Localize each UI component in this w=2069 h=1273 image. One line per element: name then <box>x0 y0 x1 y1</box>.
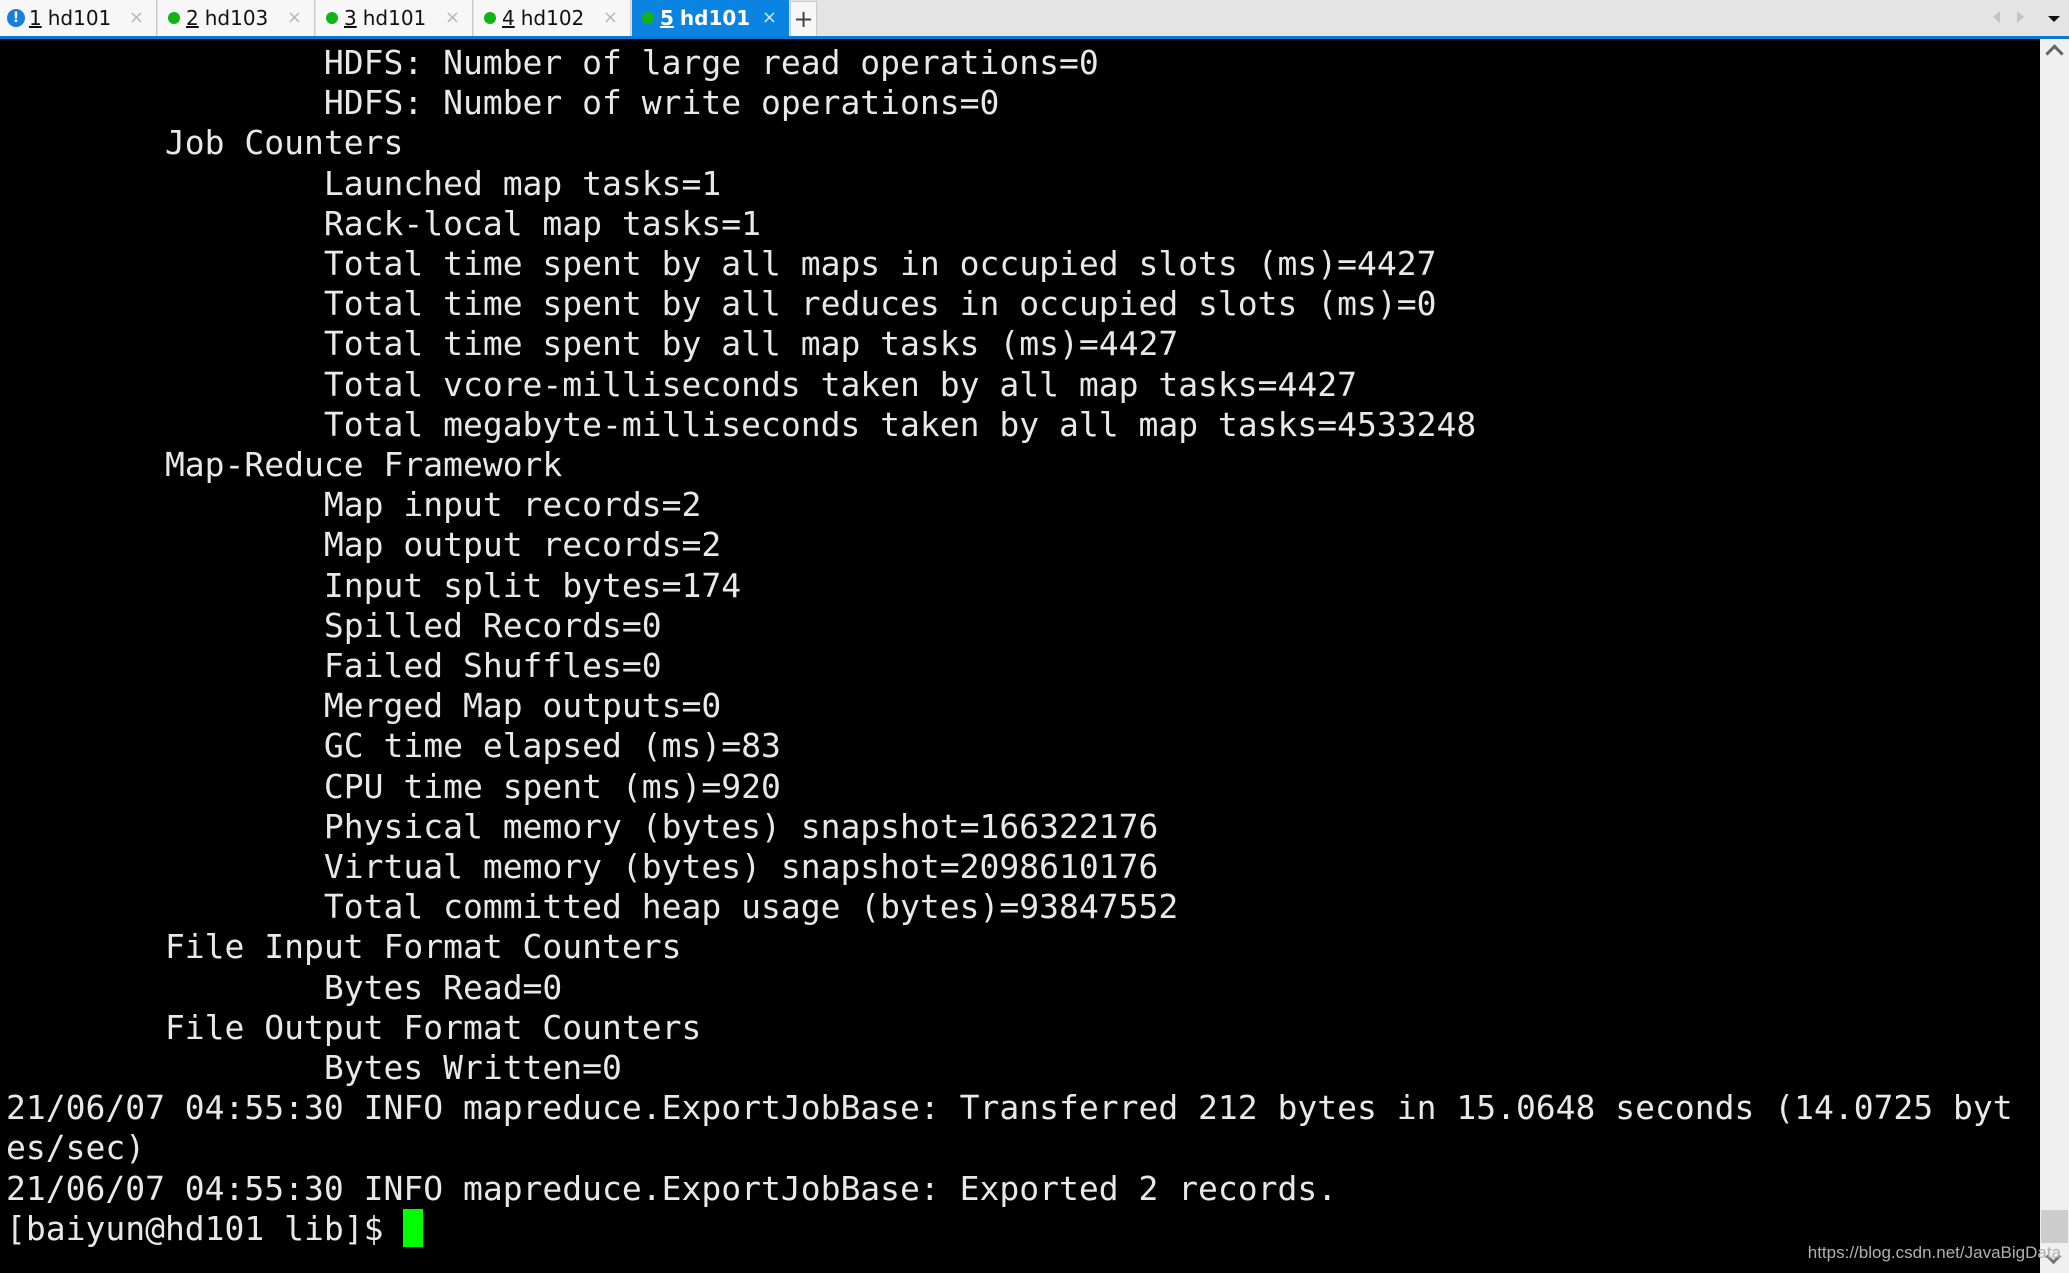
tab-label: hd101 <box>679 6 751 30</box>
tab-number: 5 <box>660 6 674 30</box>
tab-3[interactable]: 3 hd101 × <box>316 0 473 36</box>
terminal-line: Map output records=2 <box>6 525 722 565</box>
tab-bar: ! 1 hd101 × 2 hd103 × 3 hd101 × 4 hd102 … <box>0 0 2069 36</box>
tab-list-dropdown-icon[interactable] <box>2048 16 2060 22</box>
close-icon[interactable]: × <box>287 7 302 28</box>
terminal-output[interactable]: HDFS: Number of large read operations=0 … <box>0 39 2040 1273</box>
terminal-line: Bytes Written=0 <box>6 1048 622 1087</box>
tab-number: 1 <box>29 6 42 30</box>
terminal-line: Failed Shuffles=0 <box>6 646 662 685</box>
terminal-line: Total time spent by all maps in occupied… <box>6 244 1437 283</box>
terminal-cursor <box>403 1209 424 1248</box>
scroll-up-icon[interactable] <box>2045 44 2064 63</box>
tab-4[interactable]: 4 hd102 × <box>474 0 631 36</box>
tab-label: hd101 <box>362 6 427 30</box>
tab-label: hd102 <box>520 6 585 30</box>
tab-1[interactable]: ! 1 hd101 × <box>0 0 157 36</box>
terminal-line: Bytes Read=0 <box>6 967 563 1007</box>
alert-icon: ! <box>7 9 25 27</box>
scroll-tabs-left-icon[interactable] <box>1993 11 2000 23</box>
close-icon[interactable]: × <box>445 7 460 28</box>
terminal-line: es/sec) <box>6 1128 146 1168</box>
tab-5-active[interactable]: 5 hd101 × <box>632 0 789 36</box>
tab-number: 4 <box>502 6 515 30</box>
watermark: https://blog.csdn.net/JavaBigData <box>1807 1243 2061 1262</box>
terminal-line: HDFS: Number of write operations=0 <box>6 83 1000 123</box>
terminal-line: Map-Reduce Framework <box>6 445 563 484</box>
terminal-line: Rack-local map tasks=1 <box>6 203 761 243</box>
terminal-line: Job Counters <box>6 123 424 163</box>
scroll-tabs-right-icon[interactable] <box>2017 11 2024 23</box>
terminal-line: Merged Map outputs=0 <box>6 686 722 726</box>
shell-prompt: [baiyun@hd101 lib]$ <box>6 1208 404 1248</box>
terminal-line: Total megabyte-milliseconds taken by all… <box>6 404 1477 444</box>
terminal-line: HDFS: Number of large read operations=0 <box>6 43 1099 82</box>
terminal-line: File Output Format Counters <box>6 1007 722 1047</box>
connected-status-icon <box>642 12 654 24</box>
terminal-line: Total time spent by all reduces in occup… <box>6 284 1437 324</box>
terminal-line: File Input Format Counters <box>6 927 702 967</box>
vertical-scrollbar[interactable] <box>2040 39 2069 1273</box>
terminal-line: CPU time spent (ms)=920 <box>6 766 781 806</box>
terminal-line: GC time elapsed (ms)=83 <box>6 726 781 766</box>
tab-number: 3 <box>344 6 357 30</box>
shell-prompt-line[interactable]: [baiyun@hd101 lib]$ <box>6 1208 424 1249</box>
terminal-line: 21/06/07 04:55:30 INFO mapreduce.ExportJ… <box>6 1168 1338 1208</box>
close-icon[interactable]: × <box>603 7 618 28</box>
terminal-line: Virtual memory (bytes) snapshot=20986101… <box>6 847 1159 886</box>
terminal-line: Physical memory (bytes) snapshot=1663221… <box>6 806 1159 846</box>
tab-number: 2 <box>186 6 199 30</box>
terminal-line: Launched map tasks=1 <box>6 163 722 203</box>
terminal-line: Map input records=2 <box>6 485 702 525</box>
terminal-line: Total committed heap usage (bytes)=93847… <box>6 887 1179 927</box>
terminal-line: Total time spent by all map tasks (ms)=4… <box>6 324 1179 364</box>
terminal-line: Input split bytes=174 <box>6 565 742 605</box>
close-icon[interactable]: × <box>129 7 144 28</box>
connected-status-icon <box>168 12 180 24</box>
connected-status-icon <box>484 12 496 24</box>
tab-label: hd101 <box>47 6 112 30</box>
terminal-line: 21/06/07 04:55:30 INFO mapreduce.ExportJ… <box>6 1088 2013 1128</box>
terminal-line: Spilled Records=0 <box>6 605 662 645</box>
close-icon[interactable]: × <box>762 7 777 28</box>
terminal-line: Total vcore-milliseconds taken by all ma… <box>6 364 1358 404</box>
scrollbar-thumb[interactable] <box>2041 1210 2068 1243</box>
tab-2[interactable]: 2 hd103 × <box>158 0 315 36</box>
connected-status-icon <box>326 12 338 24</box>
new-tab-button[interactable]: + <box>790 1 817 36</box>
tab-label: hd103 <box>204 6 269 30</box>
